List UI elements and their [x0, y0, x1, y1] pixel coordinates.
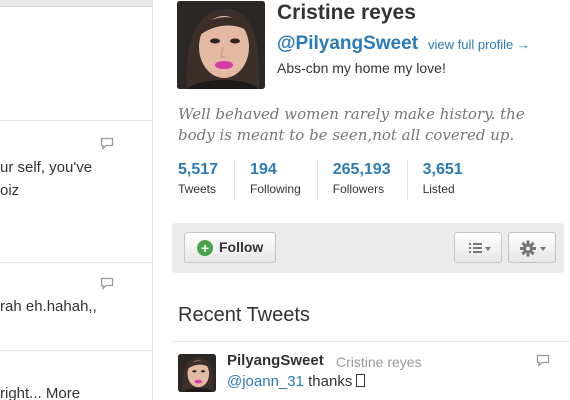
reply-icon[interactable]	[100, 277, 114, 290]
follow-button[interactable]: + Follow	[184, 232, 276, 263]
stat-label: Listed	[422, 182, 455, 196]
plus-icon: +	[197, 240, 213, 256]
gear-icon	[520, 240, 546, 257]
list-menu-button[interactable]	[454, 232, 502, 263]
list-icon	[469, 243, 491, 253]
tweet-divider	[0, 262, 152, 263]
tweet-divider	[0, 120, 152, 121]
emoji-icon	[356, 374, 366, 387]
profile-dashboard: Cristine reyes @PilyangSweet view full p…	[153, 0, 570, 400]
reply-icon[interactable]	[536, 354, 550, 367]
timeline-tweet-text: right... More	[0, 383, 80, 400]
avatar-photo	[178, 354, 216, 392]
profile-handle[interactable]: @PilyangSweet	[277, 33, 418, 55]
section-divider	[172, 341, 570, 342]
reply-icon[interactable]	[100, 137, 114, 150]
stat-label: Following	[250, 182, 301, 196]
timeline-top-strip	[0, 0, 152, 7]
timeline-tweet-text: oiz	[0, 182, 20, 199]
profile-location: Abs-cbn my home my love!	[277, 60, 446, 76]
stat-value: 5,517	[178, 161, 219, 178]
stat-tweets[interactable]: 5,517 Tweets	[178, 160, 236, 200]
tweet-fullname: Cristine reyes	[336, 354, 422, 370]
tweet-avatar[interactable]	[178, 354, 216, 392]
stat-label: Followers	[332, 182, 385, 196]
settings-menu-button[interactable]	[508, 232, 556, 263]
recent-tweets-heading: Recent Tweets	[178, 304, 310, 326]
profile-avatar[interactable]	[177, 1, 265, 89]
stat-value: 265,193	[332, 161, 391, 178]
profile-bio: Well behaved women rarely make history. …	[178, 105, 525, 144]
more-link[interactable]: More	[46, 385, 80, 400]
timeline-tweet-text: ur self, you've	[0, 159, 93, 176]
avatar-photo	[177, 1, 265, 89]
stat-followers[interactable]: 265,193 Followers	[333, 160, 408, 200]
stat-listed[interactable]: 3,651 Listed	[423, 160, 479, 200]
timeline-column: ur self, you've oiz rah eh.hahah,, right…	[0, 0, 153, 400]
profile-action-bar: + Follow	[172, 223, 564, 273]
follow-button-label: Follow	[219, 239, 264, 255]
stat-label: Tweets	[178, 182, 217, 196]
stat-value: 3,651	[422, 161, 463, 178]
timeline-tweet-fragment: right...	[0, 385, 46, 400]
tweet-divider	[0, 350, 152, 351]
stat-value: 194	[250, 161, 277, 178]
stat-following[interactable]: 194 Following	[250, 160, 318, 200]
profile-stats: 5,517 Tweets 194 Following 265,193 Follo…	[178, 160, 494, 200]
view-full-profile-link[interactable]: view full profile →	[428, 37, 530, 52]
tweet-username[interactable]: PilyangSweet	[227, 352, 324, 369]
tweet-text: @joann_31 thanks	[227, 373, 366, 390]
timeline-tweet-text: rah eh.hahah,,	[0, 298, 97, 315]
profile-name: Cristine reyes	[277, 1, 416, 24]
tweet-body: thanks	[303, 373, 353, 390]
mention-link[interactable]: @joann_31	[227, 373, 304, 390]
